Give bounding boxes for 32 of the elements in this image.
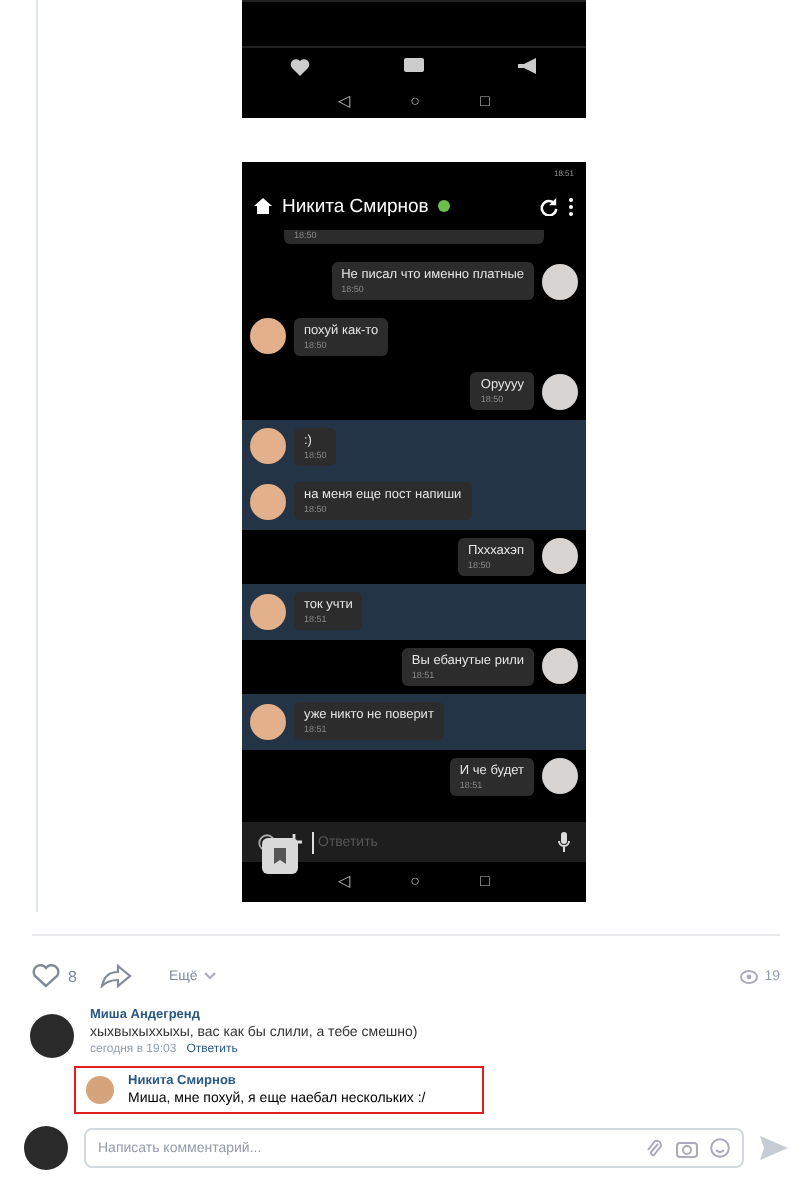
nav-key[interactable]: ◁: [338, 93, 351, 109]
avatar: [86, 1076, 114, 1104]
avatar: [250, 703, 286, 740]
bookmark-icon: [274, 848, 286, 864]
bookmark-button[interactable]: [262, 838, 298, 874]
avatar: [24, 1126, 68, 1170]
nav-key[interactable]: ◁: [338, 874, 351, 890]
avatar: [250, 593, 286, 630]
chat-title: Никита Смирнов: [282, 195, 429, 217]
avatar: [250, 483, 286, 520]
more-icon[interactable]: [568, 197, 574, 215]
nav-key[interactable]: □: [480, 874, 490, 890]
avatar: [30, 1014, 74, 1058]
share-button[interactable]: [100, 964, 133, 988]
avatar: [542, 648, 578, 685]
heart-icon: [289, 57, 310, 75]
nav-key[interactable]: ○: [410, 874, 420, 890]
microphone-icon[interactable]: [558, 832, 570, 852]
refresh-icon[interactable]: [540, 197, 558, 215]
home-icon: [254, 198, 272, 214]
avatar: [542, 758, 578, 795]
nav-key[interactable]: □: [480, 93, 490, 109]
comment-icon: [403, 58, 424, 74]
caret-icon: [203, 972, 216, 980]
avatar: [250, 318, 286, 355]
avatar: [542, 263, 578, 300]
paperclip-icon[interactable]: [646, 1137, 664, 1159]
avatar: [542, 538, 578, 575]
avatar: [250, 428, 286, 465]
avatar: [542, 373, 578, 410]
nav-key[interactable]: ○: [410, 93, 420, 109]
megaphone-icon: [518, 58, 539, 74]
